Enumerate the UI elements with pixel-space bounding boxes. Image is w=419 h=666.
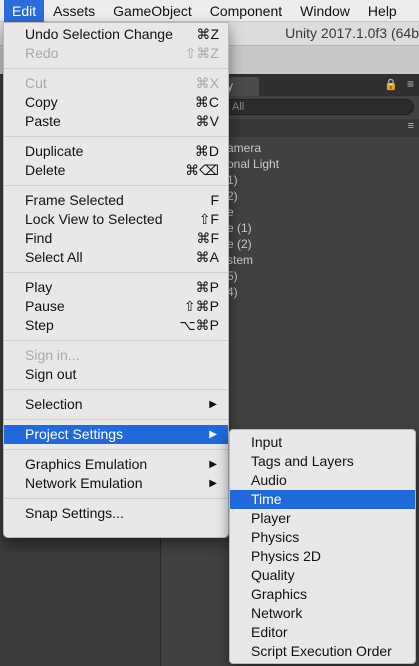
menu-item-label: Find (25, 230, 53, 246)
menu-item-cut: Cut ⌘X (4, 74, 228, 93)
submenu-item-audio[interactable]: Audio (230, 471, 415, 490)
search-placeholder: All (232, 101, 245, 113)
menubar-gameobject[interactable]: GameObject (104, 0, 201, 22)
submenu-arrow-icon: ▶ (209, 399, 217, 410)
submenu-item-time[interactable]: Time (230, 490, 415, 509)
menu-item-graphics-emulation[interactable]: Graphics Emulation ▶ (4, 455, 228, 474)
menu-item-label: Project Settings (25, 426, 124, 442)
scene-menu-icon[interactable]: ≡ (408, 120, 414, 132)
menu-item-label: Lock View to Selected (25, 211, 163, 227)
menu-item-shortcut: ⌘C (194, 94, 219, 110)
menubar-help[interactable]: Help (359, 0, 406, 22)
menu-separator (4, 340, 228, 341)
menu-item-label: Redo (25, 45, 59, 61)
menu-item-step[interactable]: Step ⌥⌘P (4, 316, 228, 335)
menu-item-select-all[interactable]: Select All ⌘A (4, 248, 228, 267)
menu-item-label: Graphics Emulation (25, 456, 148, 472)
menu-item-shortcut: ⌘A (195, 249, 219, 265)
submenu-item-input[interactable]: Input (230, 433, 415, 452)
menubar-assets[interactable]: Assets (44, 0, 104, 22)
submenu-item-quality[interactable]: Quality (230, 566, 415, 585)
menu-item-redo: Redo ⇧⌘Z (4, 44, 228, 63)
submenu-item-tags-and-layers[interactable]: Tags and Layers (230, 452, 415, 471)
menu-item-label: Undo Selection Change (25, 26, 173, 42)
menu-item-shortcut: F (210, 192, 219, 208)
menu-item-label: Frame Selected (25, 192, 124, 208)
menu-item-shortcut: ⇧⌘Z (184, 45, 219, 61)
submenu-item-physics[interactable]: Physics (230, 528, 415, 547)
menu-item-shortcut: ⌘⌫ (185, 162, 219, 178)
submenu-arrow-icon: ▶ (209, 478, 217, 489)
menu-item-label: Step (25, 317, 54, 333)
hierarchy-search-input[interactable]: All (221, 99, 414, 115)
menu-item-copy[interactable]: Copy ⌘C (4, 93, 228, 112)
project-settings-submenu: Input Tags and Layers Audio Time Player Physi… (229, 429, 416, 664)
menu-item-label: Play (25, 279, 53, 295)
submenu-item-graphics[interactable]: Graphics (230, 585, 415, 604)
menu-item-sign-in: Sign in... (4, 346, 228, 365)
menu-separator (4, 449, 228, 450)
menu-separator (4, 68, 228, 69)
menu-item-sign-out[interactable]: Sign out (4, 365, 228, 384)
window-title: Unity 2017.1.0f3 (64b (285, 25, 419, 41)
menubar-window[interactable]: Window (291, 0, 359, 22)
menu-item-play[interactable]: Play ⌘P (4, 278, 228, 297)
menu-separator (4, 419, 228, 420)
menu-item-lock-view-to-selected[interactable]: Lock View to Selected ⇧F (4, 210, 228, 229)
submenu-item-script-execution-order[interactable]: Script Execution Order (230, 642, 415, 661)
menu-item-duplicate[interactable]: Duplicate ⌘D (4, 142, 228, 161)
submenu-item-editor[interactable]: Editor (230, 623, 415, 642)
edit-menu: Undo Selection Change ⌘Z Redo ⇧⌘Z Cut ⌘X Copy ⌘… (3, 22, 229, 538)
menu-item-paste[interactable]: Paste ⌘V (4, 112, 228, 131)
menu-item-label: Snap Settings... (25, 505, 124, 521)
submenu-item-player[interactable]: Player (230, 509, 415, 528)
menu-item-label: Sign in... (25, 347, 80, 363)
menu-item-project-settings[interactable]: Project Settings ▶ (4, 425, 228, 444)
menu-item-network-emulation[interactable]: Network Emulation ▶ (4, 474, 228, 493)
menu-item-label: Select All (25, 249, 83, 265)
menu-item-shortcut: ⌘V (195, 113, 219, 129)
menu-item-undo-selection-change[interactable]: Undo Selection Change ⌘Z (4, 25, 228, 44)
menu-item-delete[interactable]: Delete ⌘⌫ (4, 161, 228, 180)
menu-separator (4, 136, 228, 137)
submenu-arrow-icon: ▶ (209, 459, 217, 470)
submenu-item-network[interactable]: Network (230, 604, 415, 623)
menu-item-shortcut: ⌘F (196, 230, 219, 246)
menu-item-find[interactable]: Find ⌘F (4, 229, 228, 248)
menubar-component[interactable]: Component (201, 0, 291, 22)
submenu-arrow-icon: ▶ (209, 429, 217, 440)
menu-separator (4, 389, 228, 390)
menu-item-shortcut: ⌘X (195, 75, 219, 91)
lock-icon[interactable]: 🔒 (384, 78, 398, 91)
menu-bar: Edit Assets GameObject Component Window Help (0, 0, 419, 22)
menu-item-shortcut: ⌘D (194, 143, 219, 159)
menu-item-shortcut: ⌘Z (196, 26, 219, 42)
menu-item-label: Paste (25, 113, 61, 129)
menu-item-shortcut: ⌥⌘P (179, 317, 219, 333)
menu-item-label: Delete (25, 162, 66, 178)
menu-item-label: Selection (25, 396, 83, 412)
menu-separator (4, 272, 228, 273)
menu-item-label: Network Emulation (25, 475, 143, 491)
panel-menu-icon[interactable]: ≡ (407, 77, 414, 91)
submenu-item-physics-2d[interactable]: Physics 2D (230, 547, 415, 566)
menu-item-label: Duplicate (25, 143, 84, 159)
menu-separator (4, 498, 228, 499)
menu-separator (4, 185, 228, 186)
menu-item-selection[interactable]: Selection ▶ (4, 395, 228, 414)
menubar-edit[interactable]: Edit (4, 0, 45, 22)
menu-item-label: Copy (25, 94, 58, 110)
menu-item-shortcut: ⇧F (198, 211, 219, 227)
menu-item-shortcut: ⇧⌘P (183, 298, 219, 314)
menu-item-label: Cut (25, 75, 47, 91)
menu-item-pause[interactable]: Pause ⇧⌘P (4, 297, 228, 316)
menu-item-label: Pause (25, 298, 65, 314)
menu-item-snap-settings[interactable]: Snap Settings... (4, 504, 228, 523)
menu-item-frame-selected[interactable]: Frame Selected F (4, 191, 228, 210)
menu-item-label: Sign out (25, 366, 77, 382)
menu-item-shortcut: ⌘P (195, 279, 219, 295)
